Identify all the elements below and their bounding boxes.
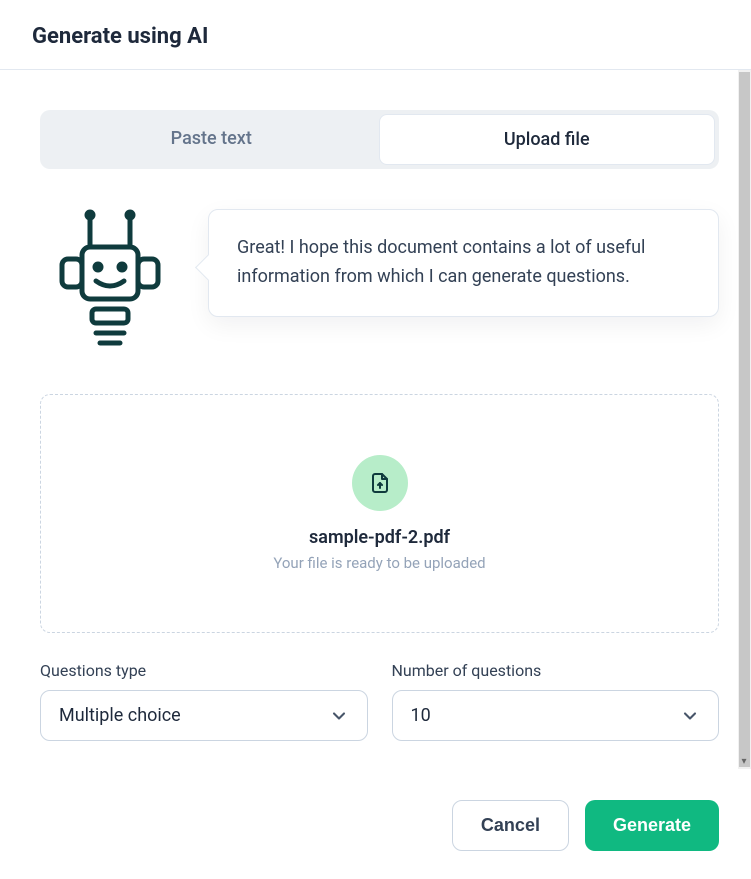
file-dropzone[interactable]: sample-pdf-2.pdf Your file is ready to b… — [40, 394, 719, 633]
generate-button[interactable]: Generate — [585, 800, 719, 851]
assistant-row: Great! I hope this document contains a l… — [40, 209, 719, 354]
assistant-message-text: Great! I hope this document contains a l… — [237, 237, 645, 287]
button-label: Generate — [613, 815, 691, 835]
uploaded-filename: sample-pdf-2.pdf — [61, 527, 698, 548]
tab-paste-text[interactable]: Paste text — [44, 114, 379, 165]
modal-header: Generate using AI — [0, 0, 751, 70]
chevron-down-icon — [680, 706, 700, 726]
cancel-button[interactable]: Cancel — [452, 800, 569, 851]
question-type-value: Multiple choice — [59, 705, 181, 726]
tab-upload-file[interactable]: Upload file — [379, 114, 716, 165]
question-type-select[interactable]: Multiple choice — [40, 690, 368, 741]
file-upload-icon — [352, 455, 408, 511]
tab-label: Upload file — [504, 129, 590, 150]
number-questions-group: Number of questions 10 — [392, 661, 720, 741]
scroll-down-icon[interactable]: ▾ — [739, 757, 749, 767]
assistant-message-bubble: Great! I hope this document contains a l… — [208, 209, 719, 317]
number-questions-value: 10 — [411, 705, 431, 726]
number-questions-label: Number of questions — [392, 661, 720, 680]
modal-body: Paste text Upload file — [0, 70, 751, 776]
question-type-label: Questions type — [40, 661, 368, 680]
options-row: Questions type Multiple choice Number of… — [40, 661, 719, 741]
number-questions-select[interactable]: 10 — [392, 690, 720, 741]
robot-icon — [40, 209, 180, 354]
button-label: Cancel — [481, 815, 540, 835]
generate-ai-modal: Generate using AI Paste text Upload file — [0, 0, 751, 879]
modal-title: Generate using AI — [32, 24, 719, 49]
scrollbar-thumb[interactable] — [739, 72, 750, 767]
chevron-down-icon — [329, 706, 349, 726]
modal-footer: Cancel Generate — [0, 776, 751, 879]
question-type-group: Questions type Multiple choice — [40, 661, 368, 741]
tab-group: Paste text Upload file — [40, 110, 719, 169]
upload-status-text: Your file is ready to be uploaded — [61, 554, 698, 572]
tab-label: Paste text — [171, 128, 252, 149]
